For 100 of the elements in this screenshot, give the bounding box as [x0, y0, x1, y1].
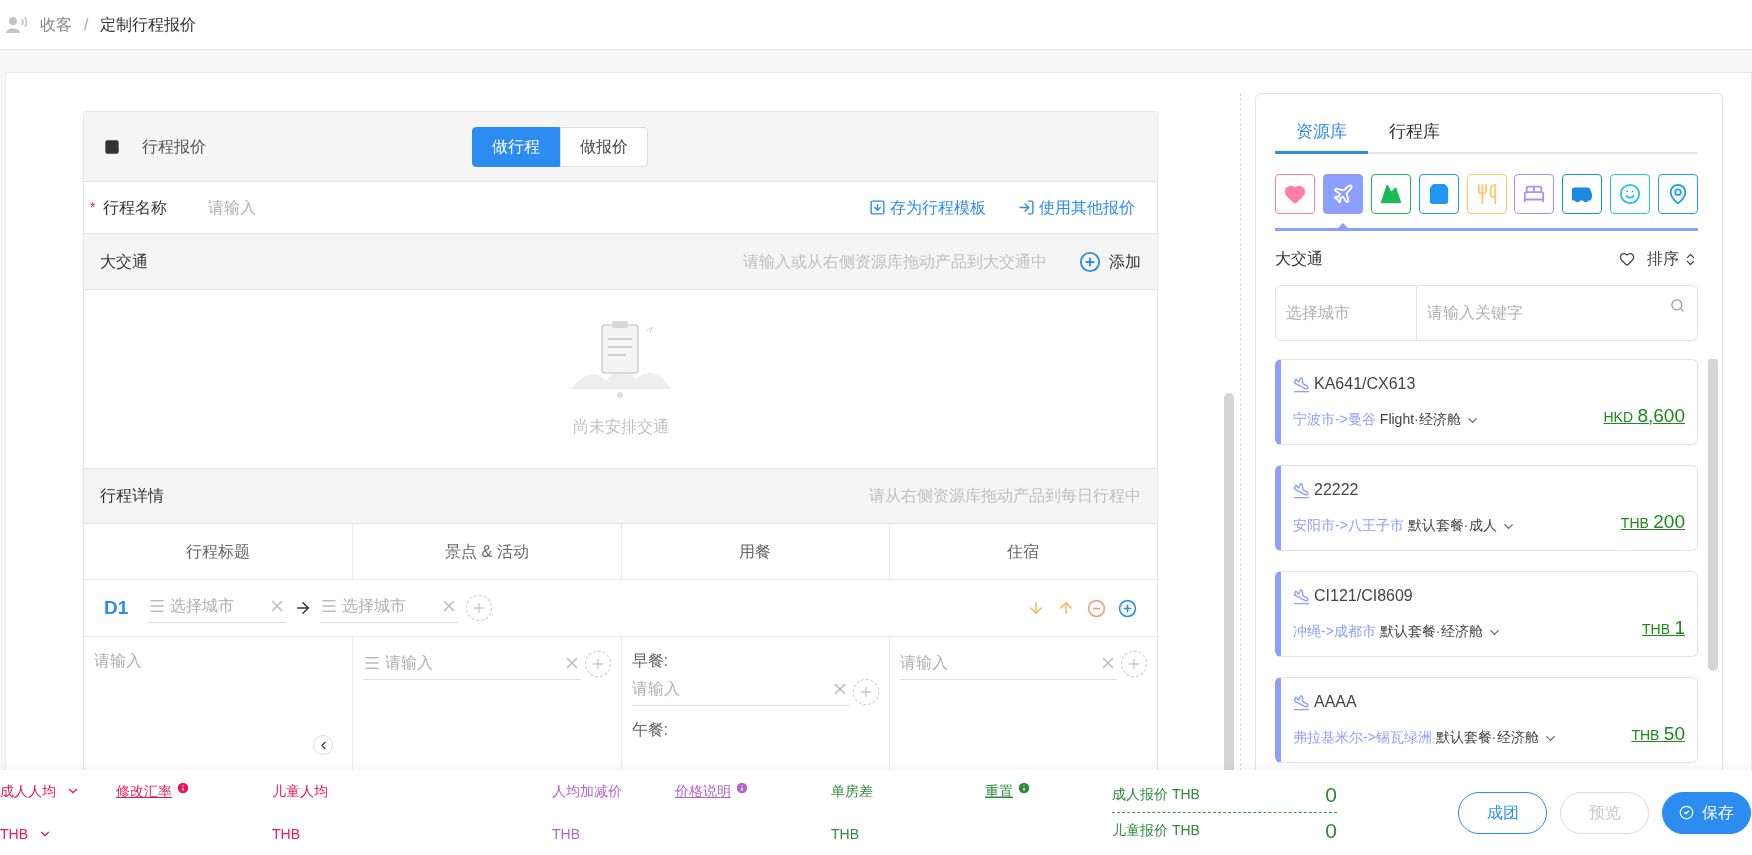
heart-icon[interactable]: [1619, 251, 1635, 267]
section-title: 行程详情: [100, 486, 164, 506]
currency-label: THB: [272, 824, 300, 844]
download-box-icon: [869, 199, 886, 216]
input-field[interactable]: 选择城市: [320, 593, 458, 623]
total-value: 0: [1325, 818, 1337, 844]
column-header: 行程标题: [185, 541, 252, 562]
sort-button[interactable]: 排序: [1647, 247, 1698, 271]
input-field[interactable]: 请输入: [631, 677, 849, 706]
summary-label: 成人人均: [0, 781, 56, 801]
arrow-icon: [294, 599, 312, 617]
face-icon: [1619, 183, 1642, 205]
library-tab[interactable]: 资源库: [1275, 112, 1368, 154]
arrow-in-box-icon: [1018, 199, 1035, 216]
heart-icon: [1284, 183, 1306, 205]
drag-handle-icon[interactable]: [363, 654, 382, 672]
mode-tab[interactable]: 做行程: [472, 126, 560, 167]
plane-landing-icon: [1293, 375, 1310, 393]
plane-landing-icon: [1293, 481, 1310, 499]
empty-text: 尚未安排交通: [572, 417, 669, 437]
product-price: THB 50: [1631, 721, 1685, 746]
name-input[interactable]: 请输入: [208, 195, 509, 220]
product-code: AAAA: [1314, 692, 1357, 712]
section-title: 大交通: [100, 251, 148, 272]
product-card[interactable]: CI121/CI8609 冲绳->成都市 默认套餐·经济舱 THB 1: [1275, 571, 1698, 657]
info-icon[interactable]: [1017, 780, 1031, 795]
city-select[interactable]: 选择城市: [1275, 285, 1417, 341]
column-header: 住宿: [888, 524, 1157, 579]
action-button[interactable]: 成团: [1458, 791, 1547, 834]
product-card[interactable]: AAAA 弗拉基米尔->锡瓦绿洲 默认套餐·经济舱 THB 50: [1275, 677, 1698, 763]
product-code: 22222: [1314, 480, 1359, 500]
summary-link[interactable]: 修改汇率: [116, 780, 172, 802]
move-down-icon[interactable]: [1027, 599, 1045, 617]
product-price: THB 200: [1620, 509, 1685, 534]
product-route: 宁波市->曼谷: [1293, 410, 1376, 429]
total-label: 儿童报价 THB: [1112, 821, 1200, 841]
product-route: 冲绳->成都市: [1293, 622, 1376, 641]
summary-label: 单房差: [831, 781, 873, 801]
day-label: D1: [104, 595, 130, 620]
utensils-icon: [1475, 183, 1498, 205]
bed-icon: [1523, 183, 1546, 205]
required-mark: *: [90, 198, 96, 217]
column-header: 景点 & 活动: [352, 524, 621, 579]
save-template-link[interactable]: 存为行程模板: [869, 195, 986, 220]
currency-label: THB: [0, 824, 28, 844]
field-label: 行程名称: [103, 197, 169, 218]
save-button[interactable]: 保存: [1662, 791, 1751, 834]
remove-day-icon[interactable]: [1087, 598, 1106, 618]
breadcrumb-separator: /: [84, 14, 89, 35]
add-button[interactable]: 添加: [1079, 249, 1141, 274]
product-package: 默认套餐·成人: [1407, 516, 1497, 535]
card-title: 行程报价: [142, 136, 207, 157]
bag-icon: [1427, 183, 1450, 205]
summary-label: 儿童人均: [272, 781, 328, 801]
product-package: Flight·经济舱: [1379, 410, 1461, 429]
product-route: 弗拉基米尔->锡瓦绿洲: [1293, 728, 1432, 747]
mountain-icon: [1379, 183, 1402, 205]
product-package: 默认套餐·经济舱: [1435, 728, 1539, 747]
use-quote-link[interactable]: 使用其他报价: [1018, 195, 1135, 220]
collapse-button[interactable]: [313, 735, 333, 755]
search-icon[interactable]: [1670, 298, 1685, 313]
meal-label: 午餐:: [631, 720, 669, 740]
total-value: 0: [1325, 781, 1337, 808]
column-header: 用餐: [620, 524, 889, 579]
info-icon[interactable]: [735, 780, 749, 795]
scrollbar[interactable]: [1224, 393, 1234, 770]
product-route: 安阳市->八王子市: [1293, 516, 1404, 535]
breadcrumb-item[interactable]: 收客: [40, 12, 72, 37]
mode-tab[interactable]: 做报价: [560, 126, 648, 167]
product-code: KA641/CX613: [1314, 374, 1416, 394]
plane-landing-icon: [1293, 587, 1310, 605]
summary-link[interactable]: 价格说明: [675, 780, 731, 802]
library-tab[interactable]: 行程库: [1368, 112, 1461, 154]
plane-landing-icon: [1293, 693, 1310, 711]
product-package: 默认套餐·经济舱: [1379, 622, 1483, 641]
plane-icon: [1331, 183, 1354, 205]
section-title: 大交通: [1275, 249, 1323, 269]
add-icon: [1079, 250, 1101, 273]
total-label: 成人报价 THB: [1112, 784, 1200, 804]
person-icon: [6, 15, 28, 34]
product-card[interactable]: 22222 安阳市->八王子市 默认套餐·成人 THB 200: [1275, 465, 1698, 551]
input-field[interactable]: 请输入: [899, 651, 1117, 680]
map-pin-icon: [1667, 183, 1689, 205]
title-input[interactable]: 请输入: [94, 652, 142, 669]
product-code: CI121/CI8609: [1314, 586, 1413, 606]
info-icon[interactable]: [176, 780, 190, 795]
summary-label: 人均加减价: [552, 781, 622, 801]
product-price: HKD 8,600: [1603, 403, 1685, 428]
scrollbar[interactable]: [1708, 359, 1718, 671]
input-field[interactable]: 请输入: [363, 651, 581, 680]
currency-label: THB: [552, 824, 580, 844]
check-circle-icon: [1679, 805, 1694, 820]
product-card[interactable]: KA641/CX613 宁波市->曼谷 Flight·经济舱 HKD 8,600: [1275, 359, 1698, 445]
meal-label: 早餐:: [631, 651, 669, 671]
input-field[interactable]: 选择城市: [148, 593, 286, 623]
add-day-icon[interactable]: [1118, 598, 1137, 618]
summary-link[interactable]: 重置: [985, 780, 1013, 802]
product-price: THB 1: [1641, 615, 1685, 640]
move-up-icon[interactable]: [1057, 599, 1075, 617]
currency-label: THB: [831, 824, 859, 844]
